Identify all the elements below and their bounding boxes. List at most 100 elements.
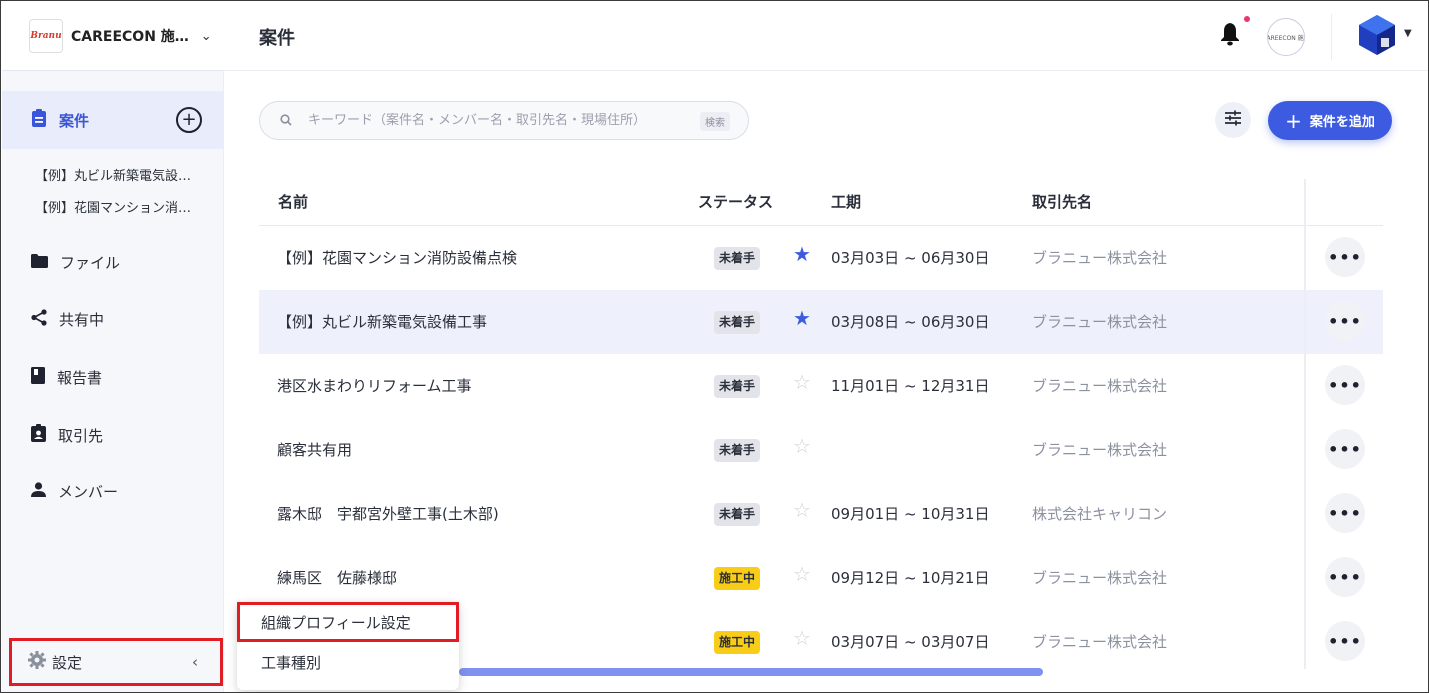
horizontal-scrollbar[interactable]: [459, 668, 1043, 676]
menu-item-org-profile[interactable]: 組織プロフィール設定: [237, 602, 459, 642]
sidebar-item-reports[interactable]: 報告書: [31, 367, 102, 388]
clipboard-icon: [31, 109, 47, 131]
add-project-button[interactable]: + 案件を追加: [1268, 101, 1392, 140]
sidebar-item-label: 取引先: [58, 426, 104, 445]
table-row[interactable]: 【例】丸ビル新築電気設備工事 未着手 ★ 03月08日 ~ 06月30日 ブラニュー株式…: [259, 290, 1383, 354]
notification-dot: [1244, 16, 1250, 22]
project-name[interactable]: 港区水まわりリフォーム工事: [277, 375, 472, 396]
status-badge: 施工中: [714, 567, 761, 590]
sidebar-item-label: ファイル: [60, 254, 121, 272]
sliders-icon: [1224, 110, 1242, 130]
sidebar-recent-project[interactable]: 【例】花園マンション消…: [35, 197, 191, 216]
filter-button[interactable]: [1215, 102, 1251, 138]
project-period: 03月07日 ~ 03月07日: [831, 633, 990, 651]
sidebar-item-clients[interactable]: 取引先: [31, 424, 103, 446]
project-period: 09月12日 ~ 10月21日: [831, 569, 990, 587]
page-title: 案件: [259, 28, 295, 49]
share-icon: [31, 309, 47, 330]
report-icon: [31, 367, 45, 388]
menu-item-work-types[interactable]: 工事種別: [261, 652, 321, 673]
app-window: Branu CAREECON 施… ⌄ 案件 + 【例】丸ビル新築電気設… 【例…: [0, 0, 1429, 693]
sidebar-item-shared[interactable]: 共有中: [31, 309, 104, 330]
sidebar-item-label: メンバー: [58, 483, 119, 501]
star-filled-icon[interactable]: ★: [793, 244, 811, 264]
client-name: 株式会社キャリコン: [1032, 505, 1168, 523]
client-name: ブラニュー株式会社: [1032, 249, 1168, 267]
project-name[interactable]: 顧客共有用: [277, 439, 352, 460]
table-row[interactable]: 顧客共有用 未着手 ☆ ブラニュー株式会社 •••: [259, 418, 1383, 482]
bell-icon[interactable]: [1220, 22, 1240, 50]
settings-label: 設定: [52, 653, 83, 672]
gear-icon: [28, 651, 46, 673]
sidebar-item-files[interactable]: ファイル: [31, 252, 120, 273]
column-header-period[interactable]: 工期: [831, 191, 861, 212]
project-name[interactable]: 露木邸 宇都宮外壁工事(土木部): [277, 503, 499, 524]
more-options-button[interactable]: •••: [1325, 301, 1365, 341]
divider: [1331, 14, 1332, 60]
project-period: 03月03日 ~ 06月30日: [831, 249, 990, 267]
more-options-button[interactable]: •••: [1325, 429, 1365, 469]
user-avatar[interactable]: [1357, 14, 1397, 60]
table-row[interactable]: 露木邸 宇都宮外壁工事(土木部) 未着手 ☆ 09月01日 ~ 10月31日 株式会社キ…: [259, 482, 1383, 546]
folder-icon: [31, 253, 48, 272]
project-name[interactable]: 【例】花園マンション消防設備点検: [277, 247, 517, 268]
add-project-icon[interactable]: +: [176, 107, 202, 133]
sidebar-item-label: 共有中: [59, 311, 105, 329]
search-icon: [280, 111, 292, 130]
add-project-label: 案件を追加: [1309, 115, 1375, 130]
sidebar-item-members[interactable]: メンバー: [31, 481, 118, 502]
more-options-button[interactable]: •••: [1325, 365, 1365, 405]
project-period: 03月08日 ~ 06月30日: [831, 313, 990, 331]
table-row[interactable]: 【例】花園マンション消防設備点検 未着手 ★ 03月03日 ~ 06月30日 ブラニュー…: [259, 226, 1383, 290]
star-outline-icon[interactable]: ☆: [793, 436, 811, 456]
sidebar-item-projects[interactable]: 案件 +: [2, 91, 224, 149]
more-options-button[interactable]: •••: [1325, 493, 1365, 533]
table-row[interactable]: 練馬区 佐藤様邸 施工中 ☆ 09月12日 ~ 10月21日 ブラニュー株式会社 •••: [259, 546, 1383, 610]
table-row[interactable]: 港区水まわりリフォーム工事 未着手 ☆ 11月01日 ~ 12月31日 ブラニュー株式会…: [259, 354, 1383, 418]
caret-down-icon[interactable]: ▼: [1404, 28, 1412, 39]
plus-icon: +: [1285, 108, 1302, 133]
status-badge: 未着手: [714, 439, 761, 462]
column-header-name[interactable]: 名前: [278, 191, 308, 212]
sidebar-item-label: 案件: [59, 111, 90, 130]
more-options-button[interactable]: •••: [1325, 621, 1365, 661]
star-outline-icon[interactable]: ☆: [793, 628, 811, 648]
settings-popup-menu: 組織プロフィール設定 工事種別: [237, 602, 459, 690]
status-badge: 未着手: [714, 247, 761, 270]
client-badge-icon: [31, 424, 46, 446]
more-options-button[interactable]: •••: [1325, 237, 1365, 277]
star-outline-icon[interactable]: ☆: [793, 500, 811, 520]
project-name[interactable]: 【例】丸ビル新築電気設備工事: [277, 311, 487, 332]
star-filled-icon[interactable]: ★: [793, 308, 811, 328]
client-name: ブラニュー株式会社: [1032, 633, 1168, 651]
client-name: ブラニュー株式会社: [1032, 313, 1168, 331]
client-name: ブラニュー株式会社: [1032, 569, 1168, 587]
project-name[interactable]: 練馬区 佐藤様邸: [277, 567, 397, 588]
more-options-button[interactable]: •••: [1325, 557, 1365, 597]
status-badge: 未着手: [714, 311, 761, 334]
star-outline-icon[interactable]: ☆: [793, 372, 811, 392]
sidebar-recent-project[interactable]: 【例】丸ビル新築電気設…: [35, 165, 191, 184]
chevron-down-icon: ⌄: [200, 28, 212, 44]
star-outline-icon[interactable]: ☆: [793, 564, 811, 584]
sidebar: Branu CAREECON 施… ⌄ 案件 + 【例】丸ビル新築電気設… 【例…: [2, 2, 224, 692]
status-badge: 未着手: [714, 503, 761, 526]
sidebar-item-label: 報告書: [57, 369, 103, 387]
project-period: 11月01日 ~ 12月31日: [831, 377, 990, 395]
status-badge: 未着手: [714, 375, 761, 398]
column-divider: [1304, 179, 1306, 669]
settings-menu-button[interactable]: 設定 ‹: [9, 638, 223, 686]
search-hint: 検索: [700, 112, 730, 131]
status-badge: 施工中: [714, 631, 761, 654]
header: 案件 CAREECON 施工 ▼: [224, 2, 1428, 71]
search-input[interactable]: [308, 113, 678, 128]
org-switcher[interactable]: Branu CAREECON 施… ⌄: [2, 2, 224, 71]
search-box[interactable]: 検索: [259, 101, 749, 140]
org-logo: Branu: [29, 19, 63, 53]
org-name: CAREECON 施…: [71, 29, 189, 45]
column-header-status[interactable]: ステータス: [698, 191, 773, 212]
org-avatar[interactable]: CAREECON 施工: [1267, 18, 1305, 56]
column-header-client[interactable]: 取引先名: [1032, 191, 1092, 212]
client-name: ブラニュー株式会社: [1032, 441, 1168, 459]
collapse-sidebar-icon[interactable]: ‹: [192, 653, 198, 671]
